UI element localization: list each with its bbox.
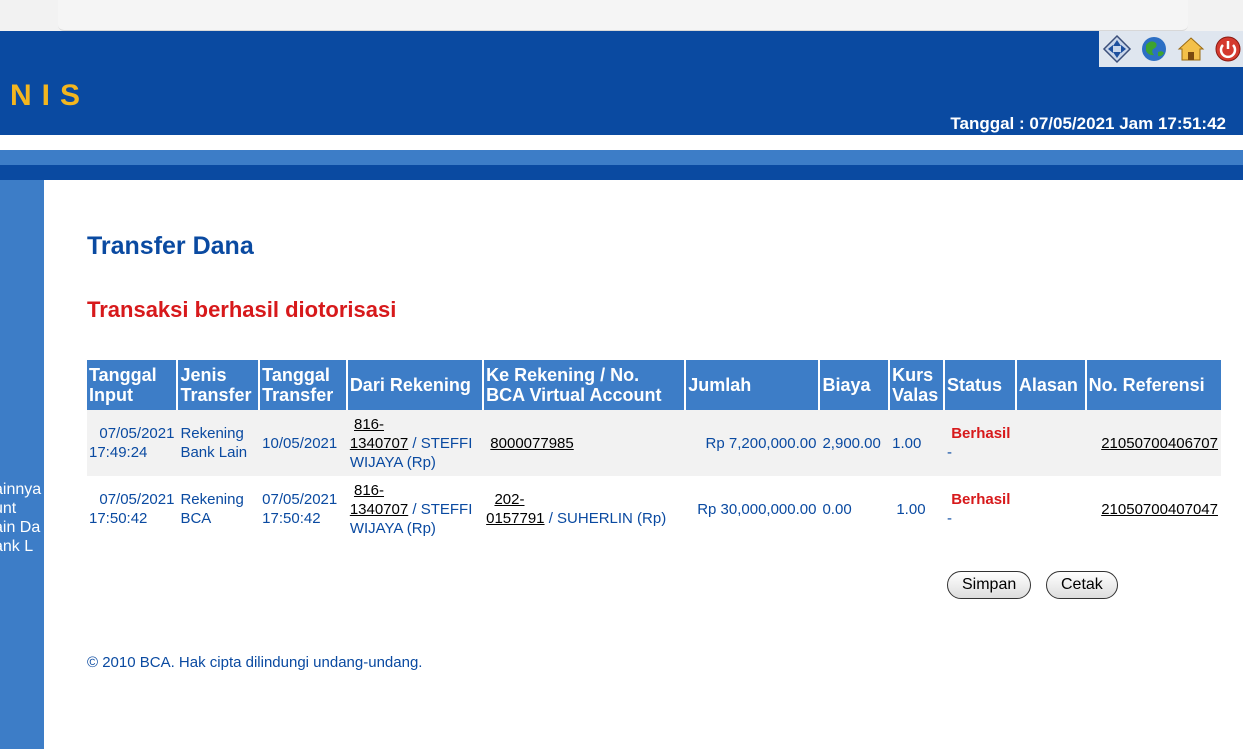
to-account-link[interactable]: 202- (494, 491, 524, 508)
input-date-cell: 07/05/2021 17:49:24 (87, 410, 178, 476)
amount-cell: Rp 7,200,000.00 (685, 410, 820, 476)
sidebar-item[interactable]: unt (0, 499, 41, 518)
status-badge: Berhasil (951, 491, 1011, 508)
from-account-cell: 816- 1340707 / STEFFI WIJAYA (Rp) (346, 410, 484, 476)
to-account-link[interactable]: 0157791 (486, 510, 544, 527)
column-header: Jenis Transfer (177, 360, 261, 410)
column-header: Kurs Valas (889, 360, 946, 410)
rate-cell: 1.00 (889, 476, 945, 542)
transfer-type-cell: Rekening Bank Lain (177, 410, 260, 476)
from-account-link[interactable]: 816- (354, 482, 384, 499)
table-header-row: Tanggal Input Jenis Transfer Tanggal Tra… (87, 360, 1221, 410)
transfer-type-cell: Rekening BCA (177, 476, 260, 542)
from-account-link[interactable]: 1340707 (350, 501, 408, 518)
save-button[interactable]: Simpan (947, 571, 1032, 599)
header-band-light (0, 150, 1243, 165)
column-header: Dari Rekening (346, 360, 485, 410)
status-cell: Berhasil - (944, 410, 1016, 476)
sidebar-menu: ainnya unt ain Da ank L (0, 180, 44, 749)
reason-cell (1015, 410, 1086, 476)
home-icon[interactable] (1175, 33, 1206, 65)
column-header: Ke Rekening / No. BCA Virtual Account (483, 360, 687, 410)
reason-text: - (947, 510, 953, 527)
input-date-cell: 07/05/2021 17:50:42 (87, 476, 178, 542)
table-row: 07/05/2021 17:49:24 Rekening Bank Lain 10… (87, 410, 1221, 476)
transfer-date-cell: 10/05/2021 (259, 410, 347, 476)
sidebar-item[interactable]: ainnya (0, 480, 41, 499)
sidebar-item[interactable]: ain Da (0, 518, 41, 537)
power-icon[interactable] (1212, 33, 1243, 65)
table-row: 07/05/2021 17:50:42 Rekening BCA 07/05/20… (87, 476, 1221, 542)
reference-link[interactable]: 21050700406707 (1101, 435, 1218, 452)
reference-link[interactable]: 21050700407047 (1101, 501, 1218, 518)
transfer-date-cell: 07/05/2021 17:50:42 (259, 476, 347, 542)
status-cell: Berhasil - (944, 476, 1016, 542)
header-band-dark (0, 165, 1243, 180)
transaction-table: Tanggal Input Jenis Transfer Tanggal Tra… (87, 360, 1222, 542)
globe-icon[interactable] (1138, 33, 1169, 65)
column-header: Biaya (819, 360, 891, 410)
brand-logo: NIS (10, 79, 91, 112)
toolbar-icons (1099, 31, 1243, 67)
navigate-icon[interactable] (1101, 33, 1132, 65)
from-account-link[interactable]: 816- (354, 416, 384, 433)
reason-cell (1015, 476, 1086, 542)
column-header: Jumlah (685, 360, 821, 410)
column-header: Tanggal Transfer (259, 360, 348, 410)
header-divider (0, 135, 1243, 150)
status-badge: Berhasil (951, 425, 1011, 442)
reference-cell: 21050700407047 (1085, 476, 1221, 542)
reason-text: - (947, 444, 953, 461)
header-bar: NIS Tanggal : 07/05/2021 Jam 17:51:42 (0, 31, 1243, 135)
column-header: Status (944, 360, 1017, 410)
session-datetime: Tanggal : 07/05/2021 Jam 17:51:42 (950, 114, 1226, 133)
success-message: Transaksi berhasil diotorisasi (87, 297, 397, 322)
rate-cell: 1.00 (889, 410, 945, 476)
from-account-link[interactable]: 1340707 (350, 435, 408, 452)
browser-top-strip (0, 0, 1243, 31)
copyright-footer: © 2010 BCA. Hak cipta dilindungi undang-… (87, 654, 423, 671)
to-account-cell: 8000077985 (483, 410, 686, 476)
column-header: No. Referensi (1085, 360, 1221, 410)
column-header: Tanggal Input (87, 360, 179, 410)
column-header: Alasan (1015, 360, 1087, 410)
fee-cell: 2,900.00 (819, 410, 890, 476)
amount-cell: Rp 30,000,000.00 (685, 476, 820, 542)
top-panel (58, 0, 1188, 31)
print-button[interactable]: Cetak (1046, 571, 1118, 599)
reference-cell: 21050700406707 (1085, 410, 1221, 476)
to-account-cell: 202- 0157791 / SUHERLIN (Rp) (483, 476, 686, 542)
from-account-cell: 816- 1340707 / STEFFI WIJAYA (Rp) (346, 476, 484, 542)
to-account-link[interactable]: 8000077985 (490, 435, 573, 452)
sidebar-item[interactable]: ank L (0, 537, 41, 556)
page-title: Transfer Dana (87, 232, 254, 260)
fee-cell: 0.00 (819, 476, 890, 542)
